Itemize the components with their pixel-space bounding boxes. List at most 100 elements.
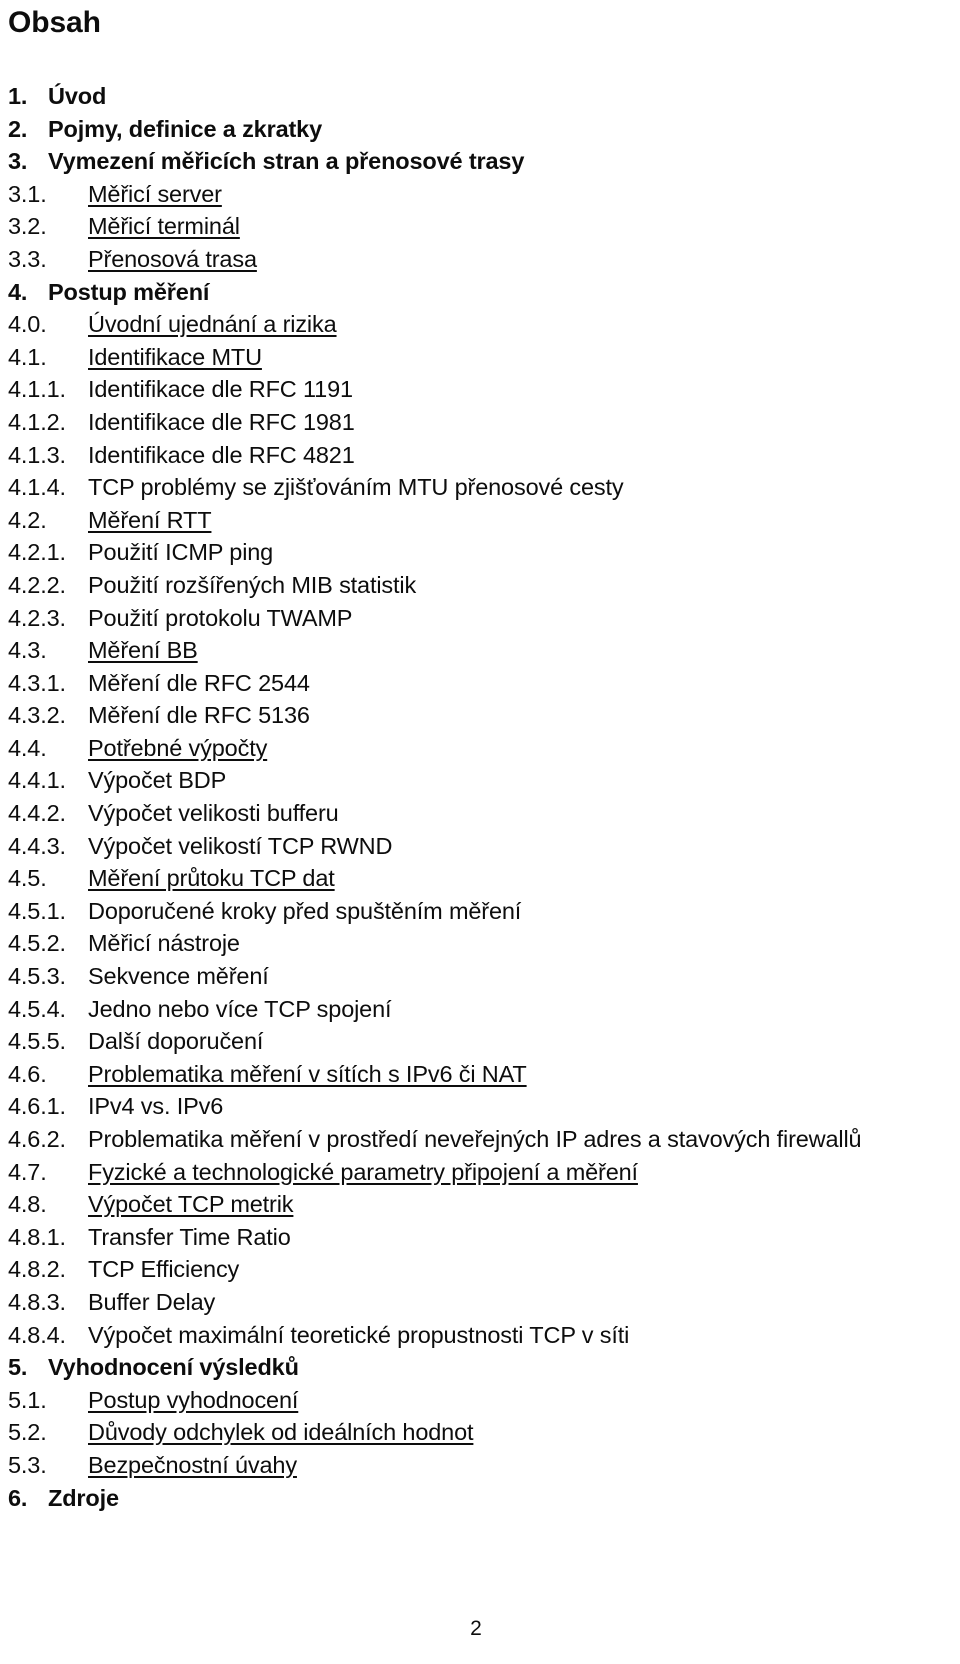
toc-entry[interactable]: 4.3.1. Měření dle RFC 2544 <box>8 667 956 700</box>
toc-entry-label: Sekvence měření <box>88 963 269 990</box>
toc-entry-number: 4. <box>8 278 28 305</box>
toc-entry[interactable]: 2. Pojmy, definice a zkratky <box>8 113 956 146</box>
toc-entry[interactable]: 5.3. Bezpečnostní úvahy <box>8 1449 956 1482</box>
toc-entry-number: 4.3.1. <box>8 669 66 696</box>
toc-entry-number: 5.3. <box>8 1451 47 1478</box>
toc-entry[interactable]: 4.5.3. Sekvence měření <box>8 960 956 993</box>
toc-entry-label[interactable]: Měření RTT <box>88 504 212 537</box>
toc-entry[interactable]: 4.8.2. TCP Efficiency <box>8 1253 956 1286</box>
toc-entry[interactable]: 4.6.1. IPv4 vs. IPv6 <box>8 1090 956 1123</box>
toc-entry[interactable]: 4.2.2. Použití rozšířených MIB statistik <box>8 569 956 602</box>
toc-entry[interactable]: 4.5.5. Další doporučení <box>8 1025 956 1058</box>
toc-entry-label: Postup měření <box>48 278 210 305</box>
toc-entry[interactable]: 4.3. Měření BB <box>8 634 956 667</box>
toc-entry[interactable]: 5.1. Postup vyhodnocení <box>8 1384 956 1417</box>
toc-entry[interactable]: 4.8.4. Výpočet maximální teoretické propu… <box>8 1319 956 1352</box>
toc-entry-number: 4.6.1. <box>8 1093 66 1120</box>
toc-entry-label[interactable]: Měřicí terminál <box>88 210 240 243</box>
toc-entry-label[interactable]: Výpočet TCP metrik <box>88 1188 294 1221</box>
toc-entry-number: 4.2.3. <box>8 604 66 631</box>
toc-entry-number: 4.0. <box>8 311 47 338</box>
toc-entry[interactable]: 4.6.2. Problematika měření v prostředí ne… <box>8 1123 956 1156</box>
toc-entry-label: Měření dle RFC 2544 <box>88 669 310 696</box>
toc-entry[interactable]: 4.8. Výpočet TCP metrik <box>8 1188 956 1221</box>
toc-entry[interactable]: 4.7. Fyzické a technologické parametry př… <box>8 1156 956 1189</box>
toc-entry[interactable]: 4.4. Potřebné výpočty <box>8 732 956 765</box>
toc-entry-label: Zdroje <box>48 1484 119 1511</box>
toc-entry-label: Použití rozšířených MIB statistik <box>88 571 417 598</box>
toc-entry[interactable]: 4.0. Úvodní ujednání a rizika <box>8 308 956 341</box>
toc-entry-number: 4.5.3. <box>8 963 66 990</box>
toc-entry[interactable]: 4.8.1. Transfer Time Ratio <box>8 1221 956 1254</box>
toc-entry[interactable]: 4.4.3. Výpočet velikostí TCP RWND <box>8 830 956 863</box>
toc-entry-number: 3.3. <box>8 245 47 272</box>
toc-entry[interactable]: 5. Vyhodnocení výsledků <box>8 1351 956 1384</box>
toc-entry[interactable]: 4.2.3. Použití protokolu TWAMP <box>8 602 956 635</box>
toc-entry-number: 4.2.2. <box>8 571 66 598</box>
toc-entry-label[interactable]: Bezpečnostní úvahy <box>88 1449 297 1482</box>
toc-entry[interactable]: 1. Úvod <box>8 80 956 113</box>
toc-entry[interactable]: 4.4.1. Výpočet BDP <box>8 764 956 797</box>
toc-entry[interactable]: 5.2. Důvody odchylek od ideálních hodnot <box>8 1416 956 1449</box>
toc-entry[interactable]: 4.5.4. Jedno nebo více TCP spojení <box>8 993 956 1026</box>
toc-entry-number: 4.4.3. <box>8 832 66 859</box>
toc-entry[interactable]: 4.4.2. Výpočet velikosti bufferu <box>8 797 956 830</box>
toc-entry-number: 4.5.4. <box>8 995 66 1022</box>
toc-entry-label: Použití protokolu TWAMP <box>88 604 353 631</box>
toc-entry-number: 4.8.3. <box>8 1288 66 1315</box>
toc-entry-label: Další doporučení <box>88 1028 264 1055</box>
toc-entry[interactable]: 4.2.1. Použití ICMP ping <box>8 536 956 569</box>
toc-entry-number: 4.1.1. <box>8 376 66 403</box>
toc-entry[interactable]: 4. Postup měření <box>8 276 956 309</box>
toc-entry-number: 1. <box>8 83 28 109</box>
toc-entry-number: 4.5. <box>8 865 47 892</box>
toc-entry[interactable]: 4.5.1. Doporučené kroky před spuštěním mě… <box>8 895 956 928</box>
toc-entry[interactable]: 3.1. Měřicí server <box>8 178 956 211</box>
toc-entry-number: 4.4. <box>8 734 47 761</box>
toc-entry-number: 4.3. <box>8 637 47 664</box>
toc-entry-label[interactable]: Potřebné výpočty <box>88 732 267 765</box>
toc-entry-number: 4.1. <box>8 343 47 370</box>
toc-entry-label[interactable]: Měření BB <box>88 634 198 667</box>
toc-entry-label[interactable]: Fyzické a technologické parametry připoj… <box>88 1156 638 1189</box>
toc-entry-label: Jedno nebo více TCP spojení <box>88 995 392 1022</box>
toc-entry[interactable]: 6. Zdroje <box>8 1482 956 1515</box>
toc-entry[interactable]: 4.8.3. Buffer Delay <box>8 1286 956 1319</box>
toc-entry-number: 5.2. <box>8 1419 47 1446</box>
document-page: Obsah 1. Úvod 2. Pojmy, definice a zkratky 3… <box>0 0 960 1664</box>
toc-entry-number: 3. <box>8 148 28 175</box>
toc-entry-number: 4.8. <box>8 1191 47 1218</box>
toc-entry-label[interactable]: Měření průtoku TCP dat <box>88 862 335 895</box>
toc-entry-label[interactable]: Postup vyhodnocení <box>88 1384 298 1417</box>
toc-entry-number: 5. <box>8 1354 28 1381</box>
toc-entry[interactable]: 4.6. Problematika měření v sítích s IPv6 … <box>8 1058 956 1091</box>
toc-entry-label: Doporučené kroky před spuštěním měření <box>88 897 522 924</box>
toc-entry[interactable]: 4.1.4. TCP problémy se zjišťováním MTU př… <box>8 471 956 504</box>
toc-entry-label: Výpočet velikosti bufferu <box>88 800 339 827</box>
toc-entry[interactable]: 4.3.2. Měření dle RFC 5136 <box>8 699 956 732</box>
toc-entry[interactable]: 4.2. Měření RTT <box>8 504 956 537</box>
page-number: 2 <box>470 1617 482 1640</box>
toc-entry-label[interactable]: Problematika měření v sítích s IPv6 či N… <box>88 1058 527 1091</box>
toc-entry-label[interactable]: Měřicí server <box>88 178 222 211</box>
toc-entry-label: Výpočet velikostí TCP RWND <box>88 832 393 859</box>
toc-entry[interactable]: 4.1. Identifikace MTU <box>8 341 956 374</box>
toc-entry-label[interactable]: Úvodní ujednání a rizika <box>88 308 337 341</box>
toc-entry[interactable]: 3.3. Přenosová trasa <box>8 243 956 276</box>
toc-entry-label[interactable]: Identifikace MTU <box>88 341 262 374</box>
toc-entry[interactable]: 3.2. Měřicí terminál <box>8 210 956 243</box>
toc-entry[interactable]: 4.1.3. Identifikace dle RFC 4821 <box>8 439 956 472</box>
toc-entry-label: Měřicí nástroje <box>88 930 240 957</box>
toc-entry[interactable]: 4.5. Měření průtoku TCP dat <box>8 862 956 895</box>
toc-entry-label[interactable]: Důvody odchylek od ideálních hodnot <box>88 1416 474 1449</box>
toc-entry-number: 4.5.1. <box>8 897 66 924</box>
toc-entry-label[interactable]: Přenosová trasa <box>88 243 257 276</box>
toc-entry[interactable]: 4.1.2. Identifikace dle RFC 1981 <box>8 406 956 439</box>
toc-entry[interactable]: 3. Vymezení měřicích stran a přenosové tr… <box>8 145 956 178</box>
toc-entry-number: 4.8.4. <box>8 1321 66 1348</box>
toc-entry-number: 4.6.2. <box>8 1126 66 1152</box>
toc-entry[interactable]: 4.1.1. Identifikace dle RFC 1191 <box>8 373 956 406</box>
toc-entry[interactable]: 4.5.2. Měřicí nástroje <box>8 927 956 960</box>
toc-entry-number: 6. <box>8 1484 28 1511</box>
toc-entry-label: Výpočet BDP <box>88 767 227 794</box>
